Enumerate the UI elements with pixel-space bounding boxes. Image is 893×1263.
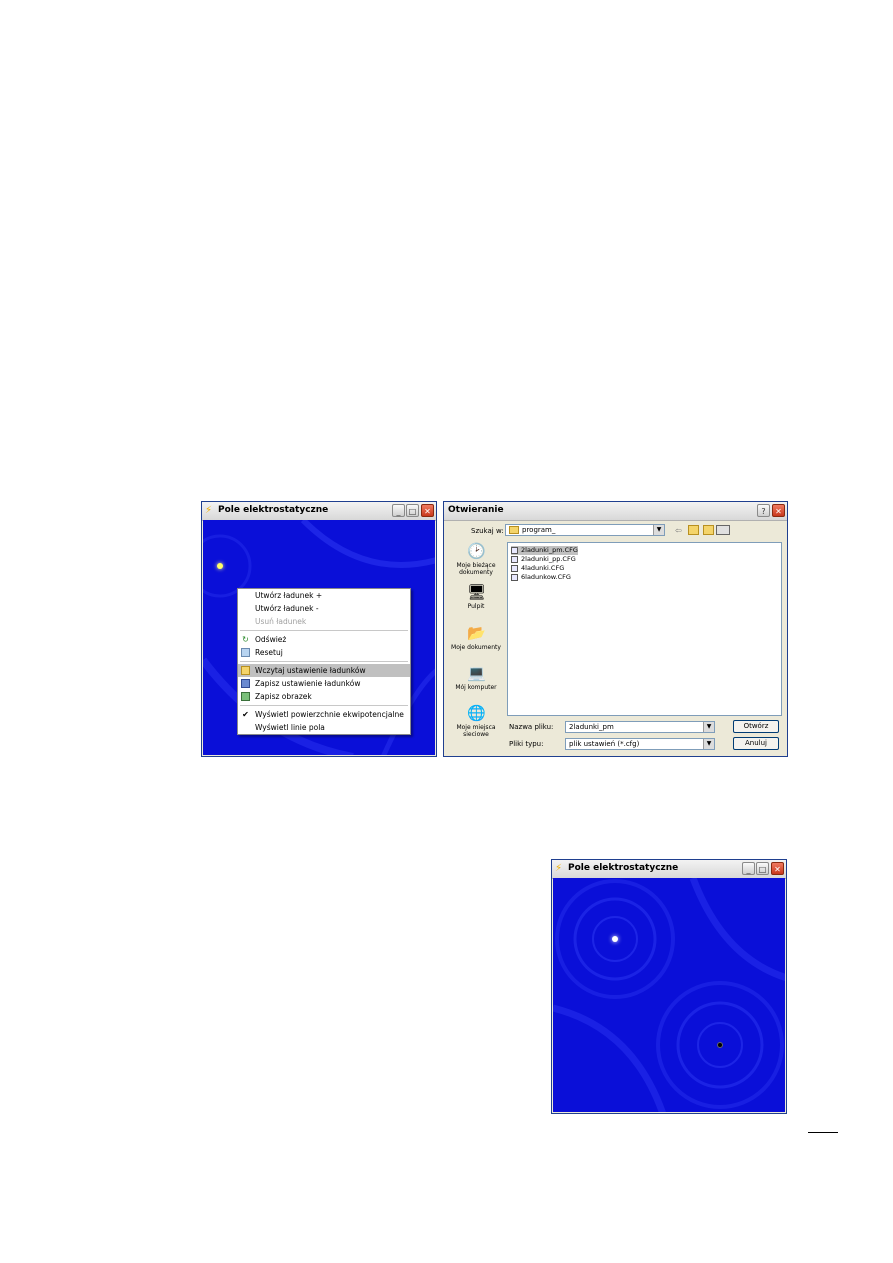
close-button[interactable]: ✕ <box>771 862 784 875</box>
filename-input[interactable]: 2ladunki_pm ▼ <box>565 721 715 733</box>
look-in-label: Szukaj w: <box>471 527 504 535</box>
place-my-computer[interactable]: 💻 Mój komputer <box>446 664 506 691</box>
context-menu: Utwórz ładunek + Utwórz ładunek - Usuń ł… <box>237 588 411 735</box>
menu-separator <box>240 661 408 662</box>
recent-documents-icon: 🕑 <box>467 542 486 560</box>
file-icon <box>511 556 518 563</box>
file-item[interactable]: 2ladunki_pp.CFG <box>511 555 576 564</box>
file-list[interactable]: 2ladunki_pm.CFG 2ladunki_pp.CFG 4ladunki… <box>507 542 782 716</box>
equipotential-lines <box>553 878 785 1112</box>
file-icon <box>511 574 518 581</box>
app-lightning-icon: ⚡ <box>205 505 213 516</box>
open-file-dialog: Otwieranie ? ✕ Szukaj w: program_ ▼ ⇦ 🕑 M… <box>443 501 788 757</box>
chevron-down-icon: ▼ <box>703 722 714 732</box>
menu-item-load-settings[interactable]: Wczytaj ustawienie ładunków <box>238 664 410 677</box>
refresh-icon: ↻ <box>242 635 249 644</box>
page-number-rule <box>808 1132 838 1133</box>
new-folder-icon[interactable] <box>703 525 714 535</box>
title-bar[interactable]: ⚡ Pole elektrostatyczne _ □ ✕ <box>202 502 436 521</box>
file-item[interactable]: 4ladunki.CFG <box>511 564 564 573</box>
menu-separator <box>240 630 408 631</box>
check-icon: ✔ <box>242 710 249 719</box>
menu-item-create-negative[interactable]: Utwórz ładunek - <box>238 602 410 615</box>
menu-item-reset[interactable]: Resetuj <box>238 646 410 659</box>
negative-charge[interactable] <box>717 1042 723 1048</box>
minimize-button[interactable]: _ <box>742 862 755 875</box>
filetype-dropdown[interactable]: plik ustawień (*.cfg) ▼ <box>565 738 715 750</box>
menu-item-refresh[interactable]: ↻ Odśwież <box>238 633 410 646</box>
filetype-label: Pliki typu: <box>509 740 544 748</box>
view-menu-icon[interactable] <box>716 525 730 535</box>
file-item[interactable]: 6ladunkow.CFG <box>511 573 571 582</box>
maximize-button[interactable]: □ <box>406 504 419 517</box>
app-lightning-icon: ⚡ <box>555 863 563 874</box>
menu-item-save-settings[interactable]: Zapisz ustawienie ładunków <box>238 677 410 690</box>
field-window-main: ⚡ Pole elektrostatyczne _ □ ✕ Utwórz ład… <box>201 501 437 757</box>
up-folder-icon[interactable] <box>688 525 699 535</box>
open-button[interactable]: Otwórz <box>733 720 779 733</box>
cancel-button[interactable]: Anuluj <box>733 737 779 750</box>
desktop-icon: 🖥 <box>467 583 487 601</box>
menu-item-save-image[interactable]: Zapisz obrazek <box>238 690 410 703</box>
network-places-icon: 🌐 <box>467 704 486 722</box>
dialog-title: Otwieranie <box>448 505 504 515</box>
file-icon <box>511 547 518 554</box>
filename-label: Nazwa pliku: <box>509 723 554 731</box>
window-title: Pole elektrostatyczne <box>568 863 679 873</box>
field-window-result: ⚡ Pole elektrostatyczne _ □ ✕ <box>551 859 787 1114</box>
help-button[interactable]: ? <box>757 504 770 517</box>
title-bar[interactable]: ⚡ Pole elektrostatyczne _ □ ✕ <box>552 860 786 879</box>
save-icon <box>241 679 250 688</box>
place-recent[interactable]: 🕑 Moje bieżące dokumenty <box>446 542 506 576</box>
back-icon[interactable]: ⇦ <box>675 526 682 535</box>
image-icon <box>241 692 250 701</box>
close-button[interactable]: ✕ <box>421 504 434 517</box>
field-canvas[interactable] <box>553 878 785 1112</box>
maximize-button[interactable]: □ <box>756 862 769 875</box>
places-bar: 🕑 Moje bieżące dokumenty 🖥 Pulpit 📂 Moje do… <box>446 542 506 754</box>
look-in-dropdown[interactable]: program_ ▼ <box>505 524 665 536</box>
my-documents-icon: 📂 <box>467 624 486 642</box>
menu-item-delete-charge: Usuń ładunek <box>255 617 307 626</box>
menu-item-create-positive[interactable]: Utwórz ładunek + <box>238 589 410 602</box>
window-title: Pole elektrostatyczne <box>218 505 329 515</box>
minimize-button[interactable]: _ <box>392 504 405 517</box>
place-network[interactable]: 🌐 Moje miejsca sieciowe <box>446 704 506 738</box>
file-icon <box>511 565 518 572</box>
chevron-down-icon: ▼ <box>703 739 714 749</box>
menu-item-show-field-lines[interactable]: Wyświetl linie pola <box>238 721 410 734</box>
file-item[interactable]: 2ladunki_pm.CFG <box>511 546 578 555</box>
close-button[interactable]: ✕ <box>772 504 785 517</box>
reset-icon <box>241 648 250 657</box>
positive-charge[interactable] <box>217 563 223 569</box>
my-computer-icon: 💻 <box>467 664 486 682</box>
folder-icon <box>509 526 519 534</box>
menu-item-show-equipotential[interactable]: ✔ Wyświetl powierzchnie ekwipotencjalne <box>238 708 410 721</box>
chevron-down-icon: ▼ <box>653 525 664 535</box>
menu-separator <box>240 705 408 706</box>
folder-icon <box>241 666 250 675</box>
dialog-title-bar[interactable]: Otwieranie ? ✕ <box>444 502 787 521</box>
positive-charge[interactable] <box>612 936 618 942</box>
place-my-documents[interactable]: 📂 Moje dokumenty <box>446 624 506 651</box>
place-desktop[interactable]: 🖥 Pulpit <box>446 583 506 610</box>
